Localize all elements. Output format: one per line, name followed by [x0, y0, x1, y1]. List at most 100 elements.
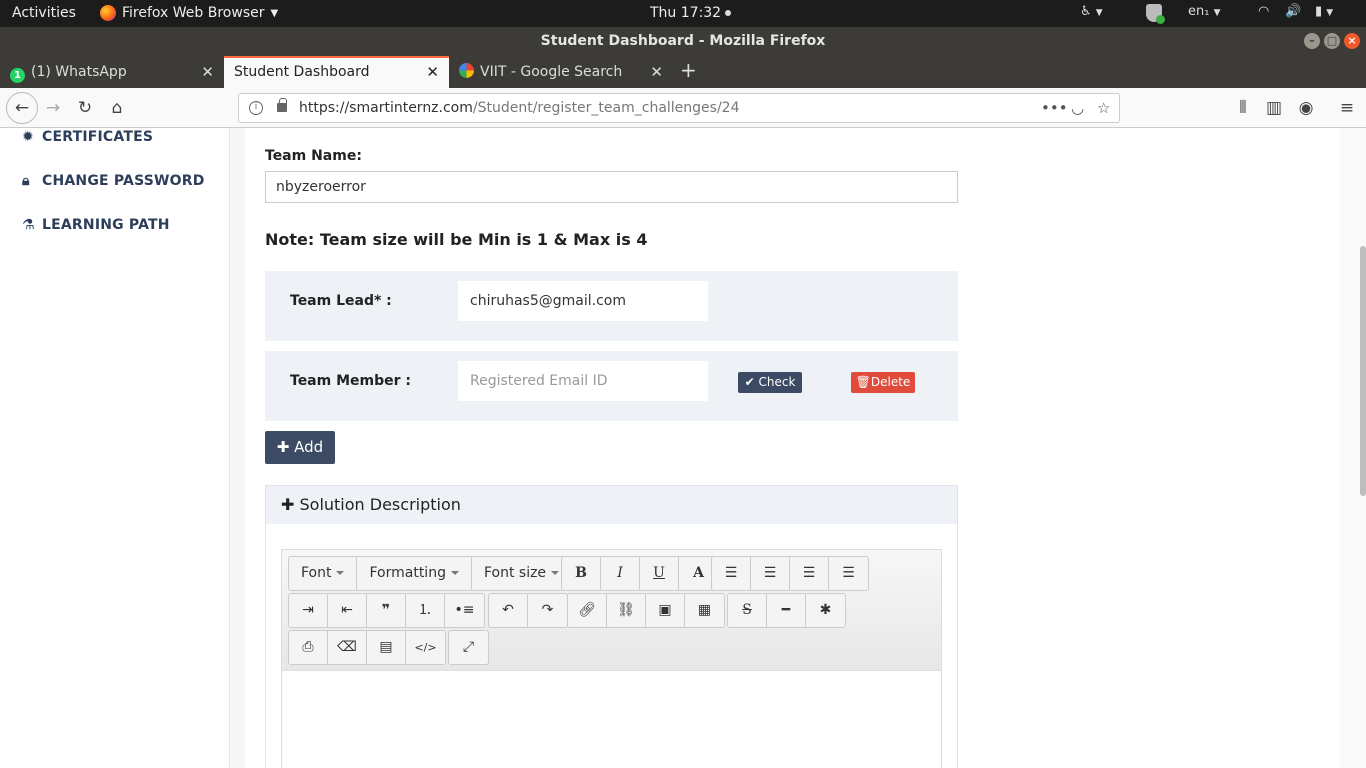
align-justify-icon[interactable]: ☰: [829, 557, 868, 590]
outdent-icon[interactable]: ⇤: [328, 594, 367, 627]
editor-content-area[interactable]: [282, 671, 941, 768]
team-lead-label: Team Lead* :: [290, 293, 392, 309]
font-dropdown-label: Font: [301, 565, 332, 581]
page-scrollbar[interactable]: [1340, 128, 1366, 768]
redo-icon[interactable]: ↷: [528, 594, 567, 627]
sidebar-item-learning-path[interactable]: ⚗ LEARNING PATH: [22, 217, 170, 233]
forward-icon[interactable]: →: [40, 95, 66, 121]
font-dropdown[interactable]: Font: [289, 557, 358, 590]
account-icon[interactable]: ◉: [1293, 95, 1319, 121]
unlink-icon[interactable]: ⛓: [607, 594, 646, 627]
team-member-email-input[interactable]: Registered Email ID: [458, 361, 708, 401]
print-icon[interactable]: ⎙: [289, 631, 328, 664]
table-icon[interactable]: ▦: [685, 594, 724, 627]
flask-icon: ⚗: [22, 217, 35, 233]
align-center-icon[interactable]: ☰: [751, 557, 790, 590]
whatsapp-icon: 1: [10, 68, 25, 83]
tab-student-dashboard[interactable]: Student Dashboard ✕: [224, 56, 449, 88]
page-sidebar: ✹ CERTIFICATES 🔒︎ CHANGE PASSWORD ⚗ LEARNIN…: [0, 128, 230, 768]
image-icon[interactable]: ▣: [646, 594, 685, 627]
font-dropdown-group: Font Formatting Font size: [288, 556, 573, 591]
url-host: https://smartinternz.com: [299, 100, 473, 116]
navigation-bar: ← → ↻ ⌂ i https://smartinternz.com/Stude…: [0, 88, 1366, 128]
solution-description-header[interactable]: ✚ Solution Description: [266, 486, 957, 524]
volume-icon[interactable]: 🔊: [1285, 4, 1301, 19]
clock[interactable]: Thu 17:32: [650, 5, 732, 21]
delete-button[interactable]: 🗑︎Delete: [851, 372, 915, 393]
bold-button[interactable]: B: [562, 557, 601, 590]
tab-google-search[interactable]: VIIT - Google Search ✕: [449, 56, 673, 88]
bookmark-star-icon[interactable]: ☆: [1097, 94, 1110, 122]
tab-bar: 1 (1) WhatsApp ✕ Student Dashboard ✕ VIIT…: [0, 56, 1366, 88]
sidebar-item-certificates[interactable]: ✹ CERTIFICATES: [22, 129, 153, 145]
back-icon[interactable]: ←: [6, 92, 38, 124]
minimize-icon[interactable]: –: [1304, 33, 1320, 49]
scrollbar-thumb[interactable]: [1360, 246, 1366, 496]
reload-icon[interactable]: ↻: [72, 95, 98, 121]
sidebar-toggle-icon[interactable]: ▥: [1261, 95, 1287, 121]
align-left-icon[interactable]: ☰: [712, 557, 751, 590]
window-title: Student Dashboard - Mozilla Firefox: [540, 33, 826, 49]
notification-dot-icon: [725, 10, 732, 16]
close-icon[interactable]: ✕: [650, 56, 663, 88]
clock-label: Thu 17:32: [650, 5, 722, 21]
source-code-icon[interactable]: </>: [406, 631, 445, 664]
team-name-input[interactable]: nbyzeroerror: [265, 171, 958, 203]
team-member-label: Team Member :: [290, 373, 412, 389]
sidebar-item-change-password[interactable]: 🔒︎ CHANGE PASSWORD: [22, 173, 205, 189]
accessibility-icon[interactable]: ♿ ▼: [1080, 4, 1103, 19]
main-content: Team Name: nbyzeroerror Note: Team size …: [230, 128, 1340, 768]
indent-icon[interactable]: ⇥: [289, 594, 328, 627]
plus-icon: ✚: [281, 495, 295, 514]
new-tab-icon[interactable]: +: [680, 58, 697, 82]
app-menu-label: Firefox Web Browser: [122, 5, 265, 21]
sidebar-item-label: LEARNING PATH: [42, 217, 170, 233]
align-right-icon[interactable]: ☰: [790, 557, 829, 590]
italic-button[interactable]: I: [601, 557, 640, 590]
home-icon[interactable]: ⌂: [104, 95, 130, 121]
solution-description-panel: ✚ Solution Description Font Formatting F…: [265, 485, 958, 768]
special-char-icon[interactable]: ✱: [806, 594, 845, 627]
app-menu[interactable]: Firefox Web Browser ▼: [100, 5, 278, 21]
lock-icon: [277, 98, 287, 112]
pocket-icon[interactable]: ◡: [1071, 94, 1084, 122]
unordered-list-icon[interactable]: •≡: [445, 594, 484, 627]
page-actions-icon[interactable]: •••: [1041, 94, 1068, 122]
wifi-icon[interactable]: ◠: [1258, 4, 1269, 19]
ordered-list-icon[interactable]: ⒈: [406, 594, 445, 627]
close-icon[interactable]: ✕: [426, 58, 439, 86]
close-icon[interactable]: ✕: [201, 56, 214, 88]
team-member-row: Team Member : Registered Email ID ✔ Chec…: [265, 351, 958, 421]
add-member-button[interactable]: ✚ Add: [265, 431, 335, 464]
check-button[interactable]: ✔ Check: [738, 372, 802, 393]
battery-icon[interactable]: ▮ ▼: [1315, 4, 1333, 19]
link-icon[interactable]: 🔗︎: [568, 594, 607, 627]
close-icon[interactable]: ×: [1344, 33, 1360, 49]
shield-icon[interactable]: [1146, 4, 1165, 26]
font-size-dropdown[interactable]: Font size: [472, 557, 571, 590]
check-label: Check: [758, 375, 796, 389]
url-bar[interactable]: i https://smartinternz.com/Student/regis…: [238, 93, 1120, 123]
url-path: /Student/register_team_challenges/24: [472, 100, 740, 116]
fullscreen-icon[interactable]: ⤢: [449, 631, 488, 664]
eraser-icon[interactable]: ⌫: [328, 631, 367, 664]
library-icon[interactable]: ⫴: [1230, 95, 1256, 121]
underline-button[interactable]: U: [640, 557, 679, 590]
language-menu[interactable]: en₁ ▼: [1188, 4, 1221, 19]
lock-icon: 🔒︎: [22, 173, 30, 189]
undo-icon[interactable]: ↶: [489, 594, 528, 627]
horizontal-rule-icon[interactable]: ━: [767, 594, 806, 627]
blockquote-icon[interactable]: ❞: [367, 594, 406, 627]
history-group: ↶ ↷: [488, 593, 568, 628]
strikethrough-icon[interactable]: S: [728, 594, 767, 627]
maximize-icon[interactable]: □: [1324, 33, 1340, 49]
info-icon[interactable]: i: [249, 101, 263, 115]
team-lead-input[interactable]: chiruhas5@gmail.com: [458, 281, 708, 321]
tab-whatsapp[interactable]: 1 (1) WhatsApp ✕: [0, 56, 224, 88]
document-icon[interactable]: ▤: [367, 631, 406, 664]
formatting-dropdown[interactable]: Formatting: [357, 557, 472, 590]
activities-button[interactable]: Activities: [12, 5, 76, 21]
fullscreen-group: ⤢: [448, 630, 489, 665]
menu-icon[interactable]: ≡: [1334, 95, 1360, 121]
team-lead-row: Team Lead* : chiruhas5@gmail.com: [265, 271, 958, 341]
